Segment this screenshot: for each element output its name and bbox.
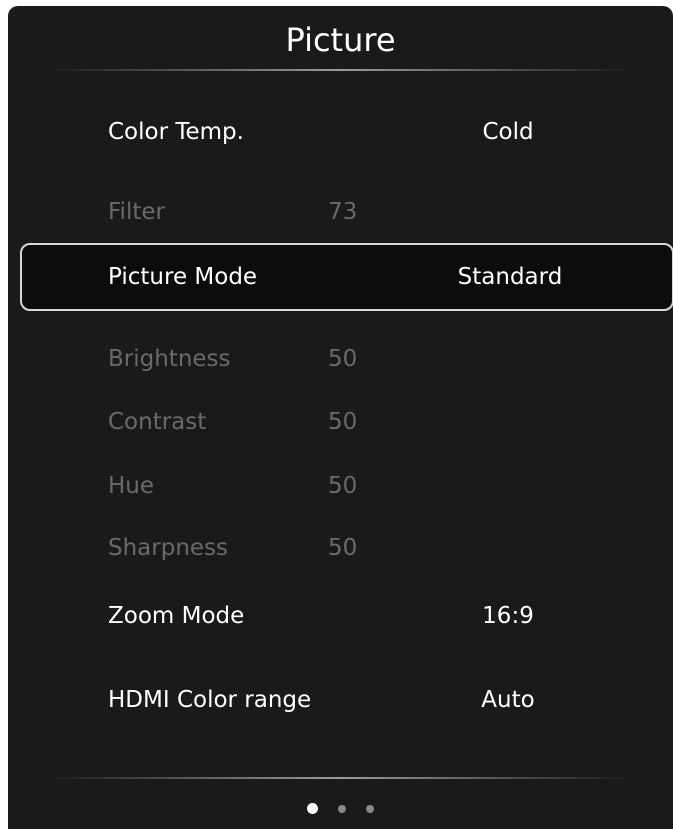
title-divider	[48, 69, 633, 71]
setting-value: 73	[328, 199, 358, 225]
page-dot[interactable]	[366, 804, 374, 813]
setting-label: HDMI Color range	[108, 687, 312, 713]
setting-value: Auto	[481, 687, 535, 713]
setting-picture-mode[interactable]: Picture Mode Standard	[20, 243, 673, 311]
page-dot-active[interactable]	[307, 803, 318, 814]
setting-value: 50	[328, 409, 358, 435]
setting-zoom-mode[interactable]: Zoom Mode 16:9	[8, 594, 673, 638]
setting-hdmi-color-range[interactable]: HDMI Color range Auto	[8, 678, 673, 722]
setting-color-temp[interactable]: Color Temp. Cold	[8, 110, 673, 154]
setting-label: Zoom Mode	[108, 603, 245, 629]
setting-label: Brightness	[108, 346, 231, 372]
setting-label: Color Temp.	[108, 119, 244, 145]
setting-value: Cold	[482, 119, 534, 145]
page-dot[interactable]	[338, 804, 346, 813]
setting-value: 50	[328, 346, 358, 372]
setting-value: 50	[328, 535, 358, 561]
page-indicator	[8, 798, 673, 814]
setting-filter: Filter 73	[8, 190, 673, 234]
setting-label: Sharpness	[108, 535, 229, 561]
picture-settings-panel: Picture Color Temp. Cold Filter 73 Pictu…	[8, 6, 673, 829]
setting-label: Hue	[108, 473, 155, 499]
setting-label: Picture Mode	[108, 264, 258, 290]
setting-contrast: Contrast 50	[8, 400, 673, 444]
setting-hue: Hue 50	[8, 464, 673, 508]
setting-value: 16:9	[482, 603, 534, 629]
setting-value: Standard	[457, 264, 563, 290]
page-title: Picture	[285, 21, 396, 59]
setting-brightness: Brightness 50	[8, 337, 673, 381]
footer-divider	[48, 777, 633, 779]
setting-value: 50	[328, 473, 358, 499]
setting-label: Contrast	[108, 409, 207, 435]
setting-label: Filter	[108, 199, 165, 225]
setting-sharpness: Sharpness 50	[8, 526, 673, 570]
